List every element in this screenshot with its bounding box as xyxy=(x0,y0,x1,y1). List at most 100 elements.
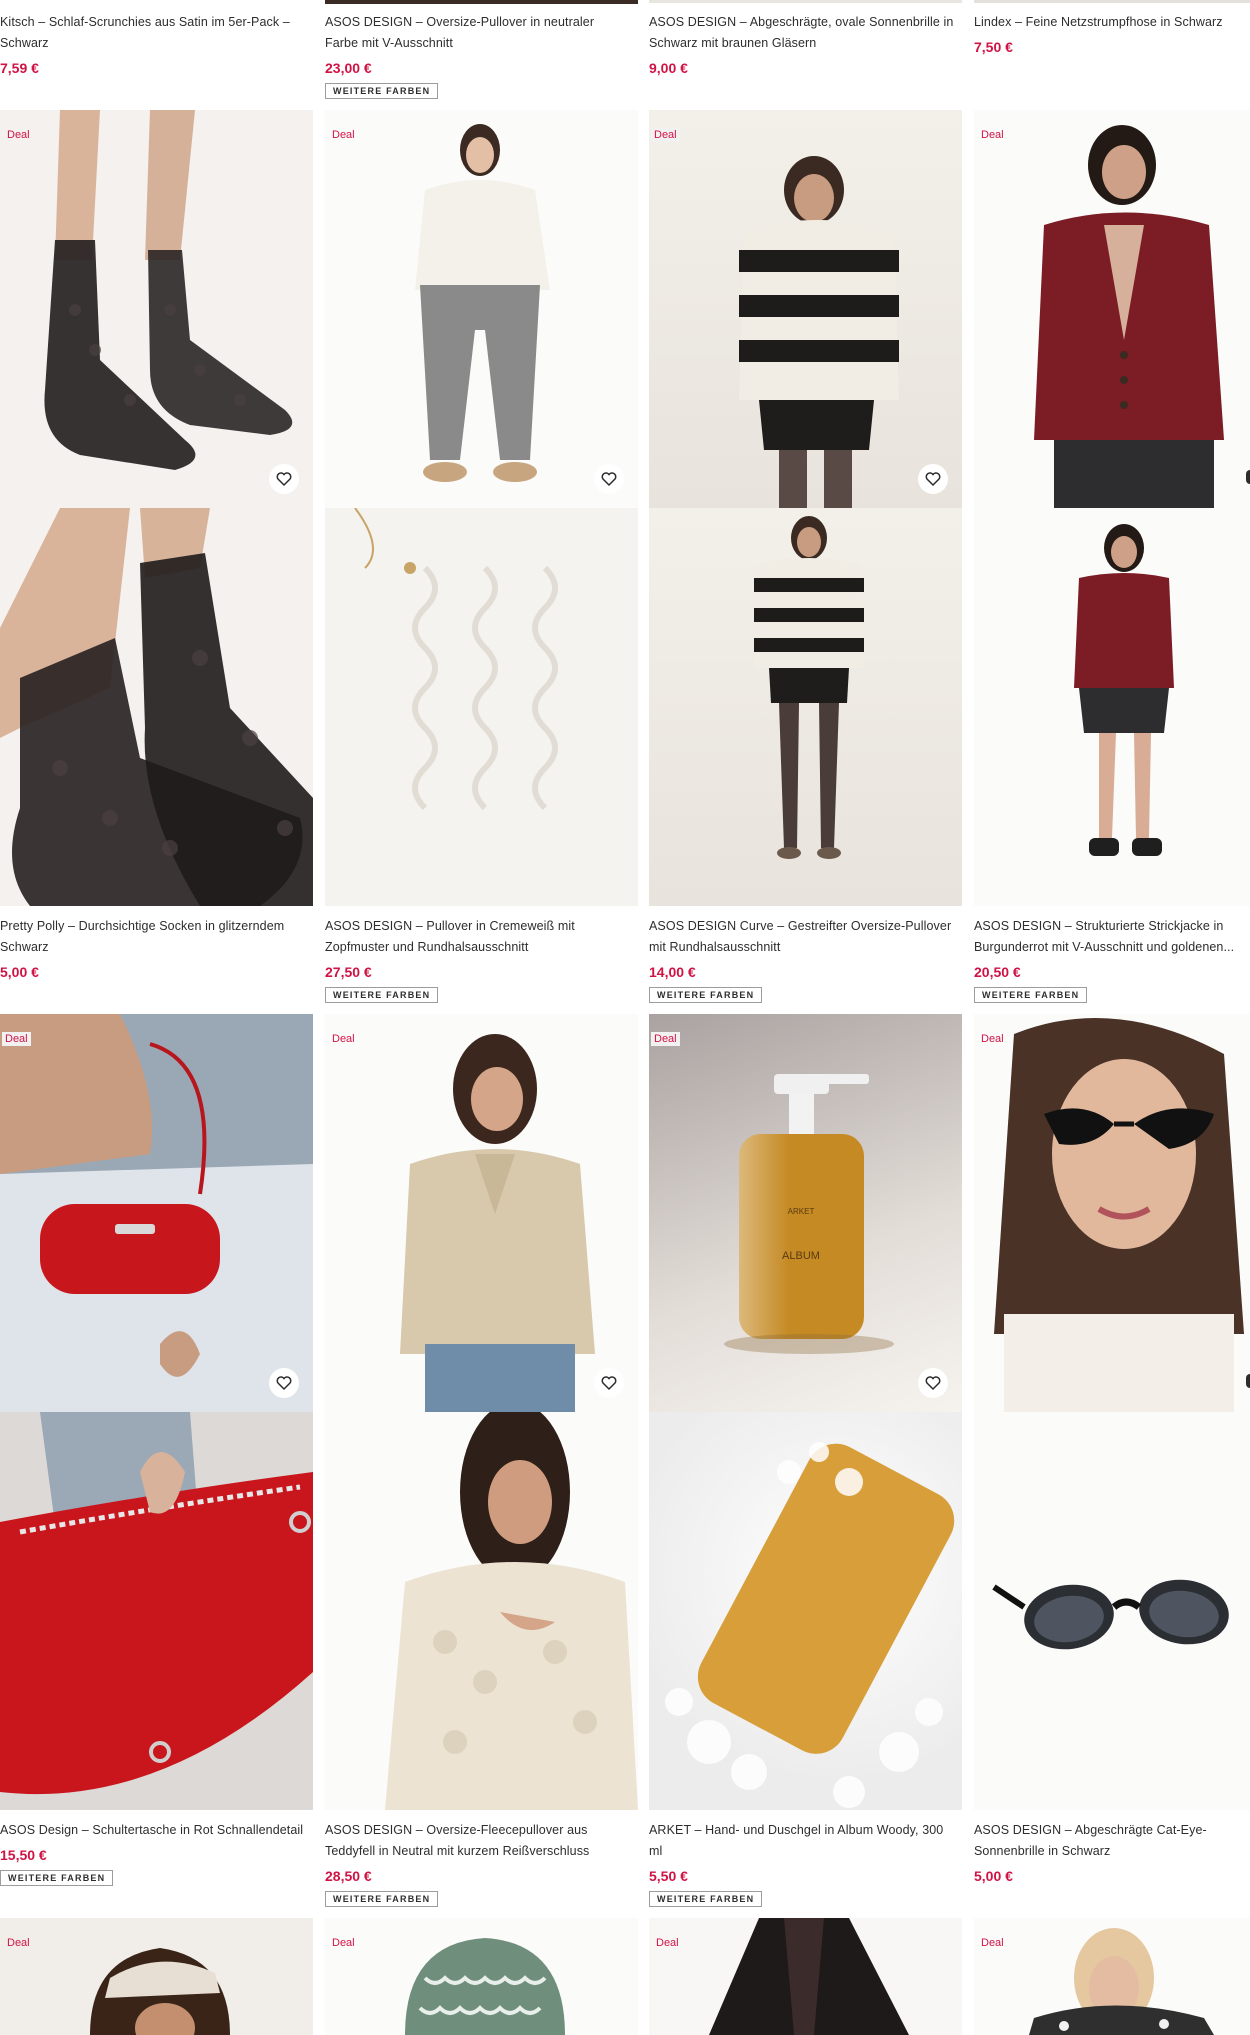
product-title[interactable]: ARKET – Hand- und Duschgel in Album Wood… xyxy=(649,1820,959,1862)
save-heart-button[interactable] xyxy=(594,464,624,494)
product-image[interactable]: Deal xyxy=(974,1918,1250,2035)
product-card-info[interactable]: ARKET – Hand- und Duschgel in Album Wood… xyxy=(649,1820,959,1907)
product-image[interactable]: Deal xyxy=(974,110,1250,508)
product-price: 28,50 € xyxy=(325,1868,372,1884)
model-illustration xyxy=(739,156,899,508)
product-title[interactable]: ASOS Design – Schultertasche in Rot Schn… xyxy=(0,1820,305,1841)
red-bag-illustration xyxy=(0,1014,313,1412)
product-title[interactable]: Kitsch – Schlaf-Scrunchies aus Satin im … xyxy=(0,12,305,54)
product-image-secondary[interactable] xyxy=(0,1412,313,1810)
deal-badge: Deal xyxy=(332,129,355,141)
product-image[interactable]: Deal xyxy=(325,1014,638,1412)
carousel-edge-indicator xyxy=(1246,470,1250,484)
product-price: 20,50 € xyxy=(974,964,1021,980)
deal-badge: Deal xyxy=(332,1937,355,1949)
cable-knit-illustration xyxy=(325,508,638,906)
socks-closeup-illustration xyxy=(0,508,313,906)
product-card-info[interactable]: Pretty Polly – Durchsichtige Socken in g… xyxy=(0,916,305,980)
soap-label-text: ALBUM xyxy=(782,1250,820,1262)
heart-icon xyxy=(925,1376,941,1391)
heart-icon xyxy=(601,472,617,487)
product-price: 15,50 € xyxy=(0,1847,47,1863)
product-image-secondary[interactable] xyxy=(649,1412,962,1810)
product-image[interactable]: Deal xyxy=(0,110,313,508)
product-image-secondary[interactable] xyxy=(0,508,313,906)
carousel-edge-indicator xyxy=(1246,1374,1250,1388)
product-image[interactable]: Deal xyxy=(974,1014,1250,1412)
deal-badge: Deal xyxy=(651,128,680,142)
save-heart-button[interactable] xyxy=(269,1368,299,1398)
deal-badge: Deal xyxy=(651,1032,680,1046)
product-price: 9,00 € xyxy=(649,60,688,76)
model-fullbody-illustration xyxy=(1074,524,1174,856)
product-image-secondary[interactable] xyxy=(649,508,962,906)
deal-badge: Deal xyxy=(332,1033,355,1045)
product-price: 5,00 € xyxy=(0,964,39,980)
product-card-info[interactable]: ASOS DESIGN Curve – Gestreifter Oversize… xyxy=(649,916,954,1003)
save-heart-button[interactable] xyxy=(918,464,948,494)
more-colors-badge[interactable]: WEITERE FARBEN xyxy=(974,987,1088,1003)
product-card-info[interactable]: ASOS Design – Schultertasche in Rot Schn… xyxy=(0,1820,305,1886)
product-card-info[interactable]: ASOS DESIGN – Strukturierte Strickjacke … xyxy=(974,916,1250,1003)
product-image[interactable]: Deal xyxy=(325,110,638,508)
sunglasses-product-illustration xyxy=(992,1579,1229,1650)
product-image-secondary[interactable] xyxy=(974,508,1250,906)
product-image-secondary[interactable] xyxy=(974,1412,1250,1810)
product-price: 23,00 € xyxy=(325,60,372,76)
product-card-info[interactable]: Kitsch – Schlaf-Scrunchies aus Satin im … xyxy=(0,12,305,76)
model-sunglasses-illustration xyxy=(994,1018,1244,1412)
model-patterned-illustration xyxy=(1029,1928,1214,2035)
product-title[interactable]: ASOS DESIGN – Abgeschrägte Cat-Eye-Sonne… xyxy=(974,1820,1250,1862)
product-title[interactable]: ASOS DESIGN – Oversize-Pullover in neutr… xyxy=(325,12,630,54)
more-colors-badge[interactable]: WEITERE FARBEN xyxy=(325,83,439,99)
soap-bubbles-illustration xyxy=(665,1442,955,1808)
product-title[interactable]: ASOS DESIGN – Oversize-Fleecepullover au… xyxy=(325,1820,630,1862)
model-illustration xyxy=(415,124,550,482)
product-image-secondary[interactable] xyxy=(325,1412,638,1810)
more-colors-badge[interactable]: WEITERE FARBEN xyxy=(649,1891,763,1907)
more-colors-badge[interactable]: WEITERE FARBEN xyxy=(0,1870,114,1886)
save-heart-button[interactable] xyxy=(269,464,299,494)
save-heart-button[interactable] xyxy=(918,1368,948,1398)
product-title[interactable]: ASOS DESIGN – Abgeschrägte, ovale Sonnen… xyxy=(649,12,959,54)
more-colors-badge[interactable]: WEITERE FARBEN xyxy=(649,987,763,1003)
deal-badge: Deal xyxy=(981,1033,1004,1045)
product-image[interactable]: Deal ALBUM ARKET xyxy=(649,1014,962,1412)
beanie-illustration xyxy=(405,1938,565,2035)
product-title[interactable]: Lindex – Feine Netzstrumpfhose in Schwar… xyxy=(974,12,1244,33)
product-card-info[interactable]: Lindex – Feine Netzstrumpfhose in Schwar… xyxy=(974,12,1244,55)
product-card-info[interactable]: ASOS DESIGN – Pullover in Cremeweiß mit … xyxy=(325,916,630,1003)
model-cap-illustration xyxy=(90,1948,230,2035)
product-image[interactable]: Deal xyxy=(649,110,962,508)
socks-illustration xyxy=(44,110,293,470)
product-image[interactable]: Deal xyxy=(649,1918,962,2035)
product-title[interactable]: ASOS DESIGN – Strukturierte Strickjacke … xyxy=(974,916,1250,958)
product-price: 7,50 € xyxy=(974,39,1013,55)
product-price: 7,59 € xyxy=(0,60,39,76)
save-heart-button[interactable] xyxy=(594,1368,624,1398)
product-title[interactable]: Pretty Polly – Durchsichtige Socken in g… xyxy=(0,916,305,958)
heart-icon xyxy=(601,1376,617,1391)
more-colors-badge[interactable]: WEITERE FARBEN xyxy=(325,987,439,1003)
product-title[interactable]: ASOS DESIGN – Pullover in Cremeweiß mit … xyxy=(325,916,630,958)
product-card-info[interactable]: ASOS DESIGN – Abgeschrägte, ovale Sonnen… xyxy=(649,12,959,76)
product-image-secondary[interactable] xyxy=(325,508,638,906)
product-image[interactable]: Deal xyxy=(0,1918,313,2035)
more-colors-badge[interactable]: WEITERE FARBEN xyxy=(325,1891,439,1907)
heart-icon xyxy=(925,472,941,487)
deal-badge: Deal xyxy=(981,129,1004,141)
product-price: 14,00 € xyxy=(649,964,696,980)
product-title[interactable]: ASOS DESIGN Curve – Gestreifter Oversize… xyxy=(649,916,954,958)
product-price: 5,50 € xyxy=(649,1868,688,1884)
product-image[interactable]: Deal xyxy=(325,1918,638,2035)
heart-icon xyxy=(276,472,292,487)
product-image[interactable]: Deal xyxy=(0,1014,313,1412)
heart-icon xyxy=(276,1376,292,1391)
product-card-info[interactable]: ASOS DESIGN – Oversize-Fleecepullover au… xyxy=(325,1820,630,1907)
deal-badge: Deal xyxy=(7,1937,30,1949)
product-price: 27,50 € xyxy=(325,964,372,980)
red-bag-closeup-illustration xyxy=(0,1412,313,1810)
product-card-info[interactable]: ASOS DESIGN – Abgeschrägte Cat-Eye-Sonne… xyxy=(974,1820,1250,1884)
product-card-info[interactable]: ASOS DESIGN – Oversize-Pullover in neutr… xyxy=(325,12,630,99)
deal-badge: Deal xyxy=(981,1937,1004,1949)
